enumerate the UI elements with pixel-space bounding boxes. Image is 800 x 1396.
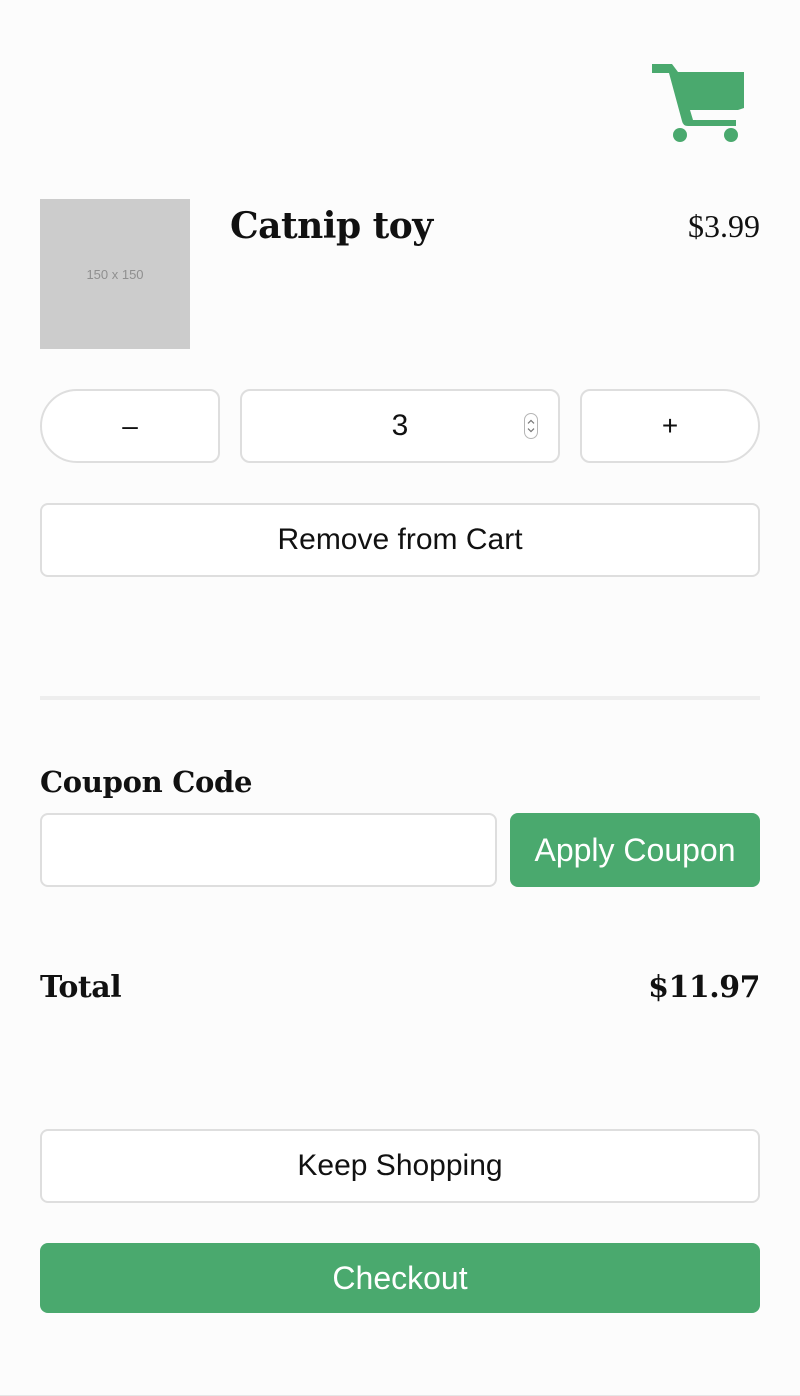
total-label: Total [40, 970, 122, 1005]
quantity-input[interactable]: 3 [240, 389, 560, 463]
divider [40, 696, 760, 700]
checkout-button[interactable]: Checkout [40, 1243, 760, 1313]
product-price: $3.99 [688, 208, 760, 244]
quantity-spinner-icon[interactable] [524, 413, 538, 439]
remove-from-cart-button[interactable]: Remove from Cart [40, 503, 760, 577]
product-image: 150 x 150 [40, 199, 190, 349]
coupon-code-label: Coupon Code [40, 765, 253, 799]
shopping-cart-icon[interactable] [650, 64, 746, 144]
coupon-code-input[interactable] [40, 813, 497, 887]
total-value: $11.97 [648, 970, 760, 1005]
increase-quantity-button[interactable]: + [580, 389, 760, 463]
image-placeholder-text: 150 x 150 [86, 266, 144, 282]
apply-coupon-button[interactable]: Apply Coupon [510, 813, 760, 887]
quantity-value: 3 [391, 409, 409, 442]
keep-shopping-button[interactable]: Keep Shopping [40, 1129, 760, 1203]
decrease-quantity-button[interactable]: – [40, 389, 220, 463]
product-name: Catnip toy [230, 205, 433, 247]
